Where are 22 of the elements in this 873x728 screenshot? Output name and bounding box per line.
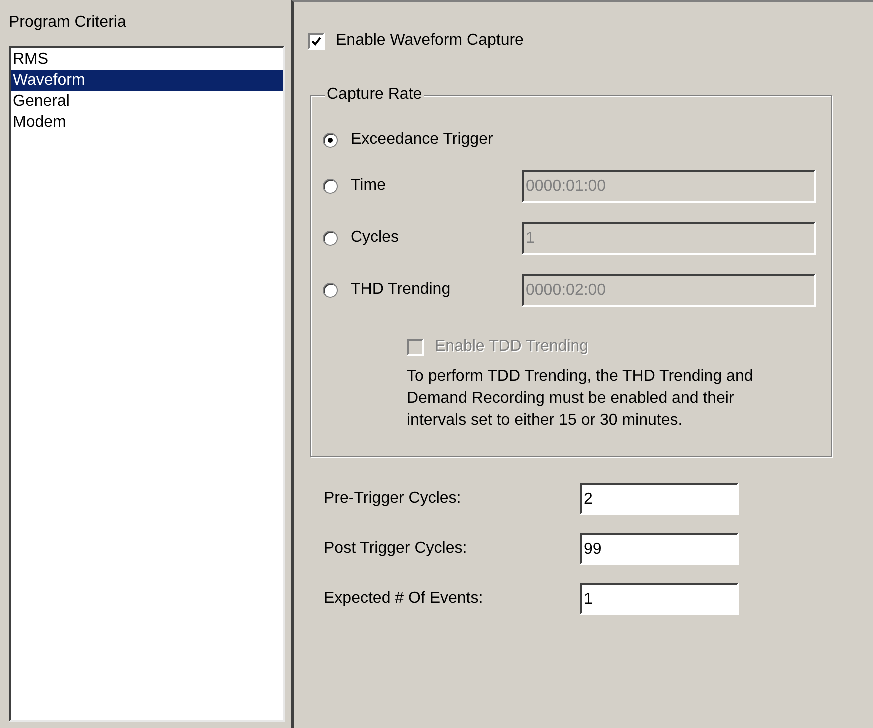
input-field[interactable]: 2 bbox=[580, 483, 739, 515]
radio-label: Time bbox=[351, 177, 387, 195]
list-item[interactable]: General bbox=[11, 91, 283, 112]
note-text: To perform TDD Trending, the THD Trending and Demand Recording must be enabled and their intervals set to either 15 or 30 minutes. bbox=[407, 367, 754, 431]
radio-button[interactable] bbox=[323, 132, 338, 148]
radio-label: Cycles bbox=[351, 229, 400, 247]
input-field[interactable]: 1 bbox=[580, 583, 739, 615]
checkbox-label: Enable Waveform Capture bbox=[336, 32, 524, 50]
list-item[interactable]: RMS bbox=[11, 49, 283, 70]
field-label: Expected # Of Events: bbox=[324, 590, 484, 608]
checkbox-label: Enable TDD Trending bbox=[435, 338, 589, 356]
list-item[interactable]: Modem bbox=[11, 112, 283, 133]
check-icon bbox=[311, 36, 322, 46]
radio-label: Exceedance Trigger bbox=[351, 131, 494, 149]
enable-checkbox[interactable] bbox=[308, 32, 325, 50]
field-label: Post Trigger Cycles: bbox=[324, 540, 468, 558]
list-item[interactable]: Waveform bbox=[11, 70, 283, 91]
input-field[interactable]: 99 bbox=[580, 533, 739, 565]
group-title: Capture Rate bbox=[325, 86, 424, 104]
panel-title: Program Criteria bbox=[9, 13, 128, 33]
field-label: Pre-Trigger Cycles: bbox=[324, 490, 462, 508]
radio-label: THD Trending bbox=[351, 281, 452, 299]
